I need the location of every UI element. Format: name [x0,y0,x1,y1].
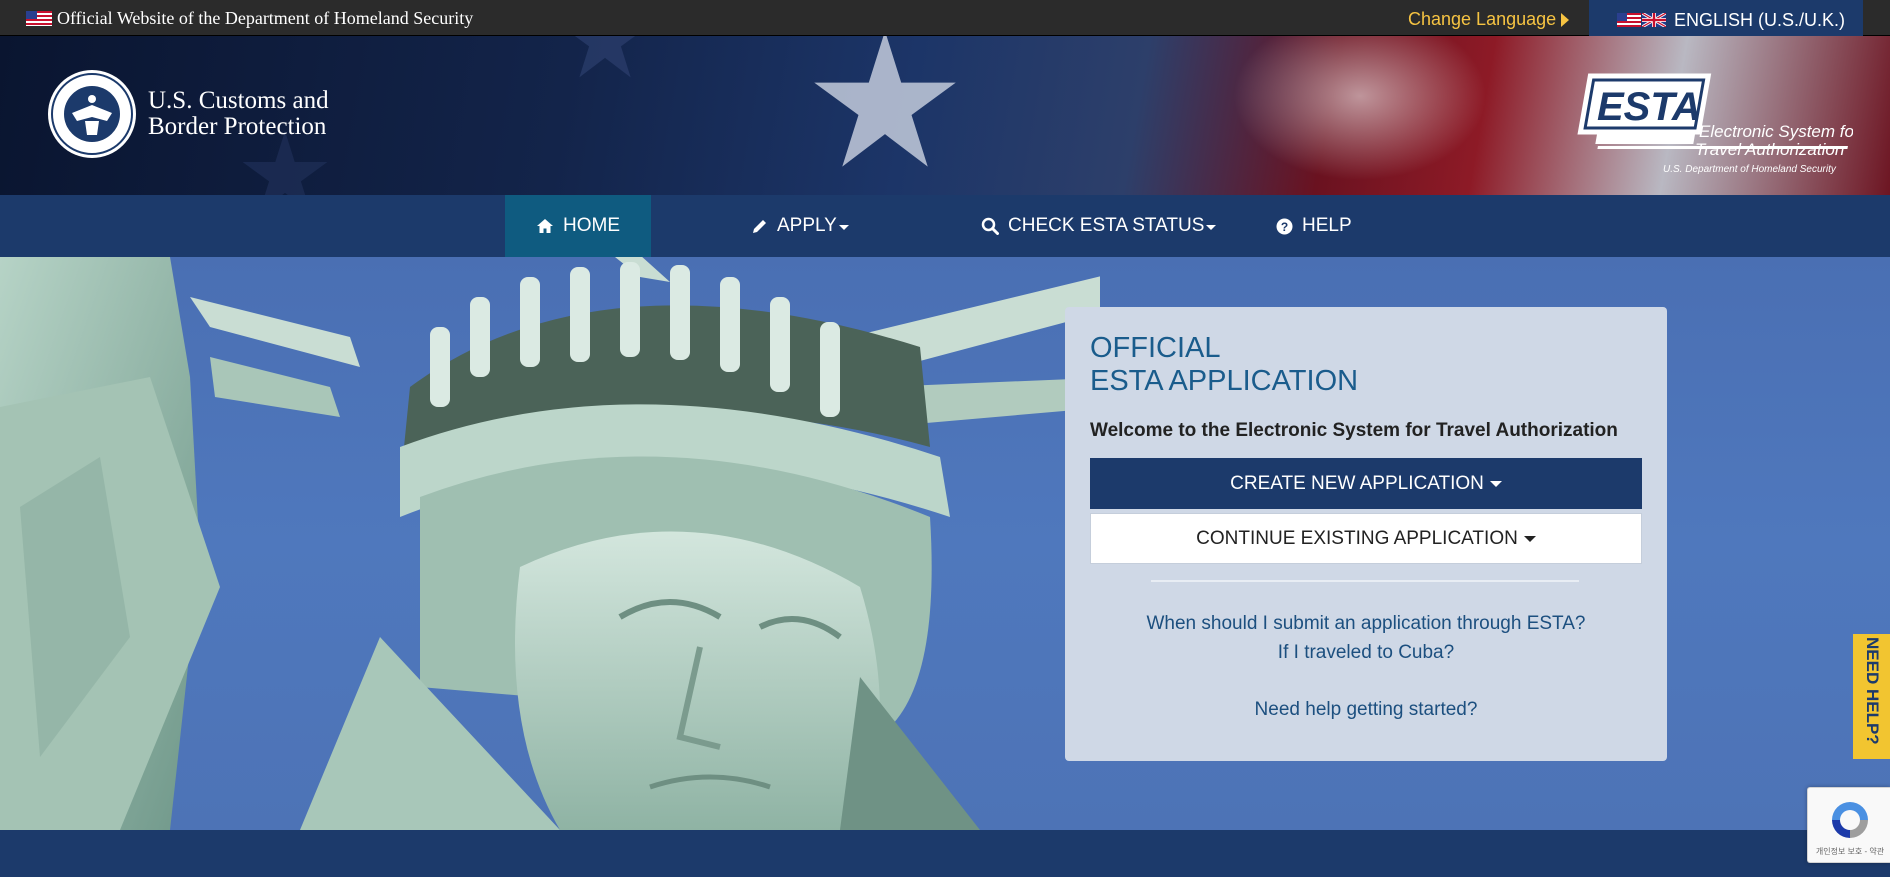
gov-banner-text: Official Website of the Department of Ho… [57,8,474,28]
cuba-travel-link[interactable]: If I traveled to Cuba? [1065,642,1667,664]
recaptcha-footer-text[interactable]: 개인정보 보호 - 약관 [1810,846,1890,857]
gov-banner: Official Website of the Department of Ho… [0,0,1890,36]
flag-star-decoration [574,36,636,78]
nav-home-label: HOME [563,215,620,236]
footer-band [0,830,1890,877]
esta-logo[interactable]: ESTA Electronic System for Travel Author… [1563,72,1853,195]
nav-apply[interactable]: APPLY [751,195,849,257]
esta-tagline-line1: Electronic System for [1699,122,1853,141]
caret-down-icon [1489,480,1502,487]
search-icon [981,217,999,235]
uk-flag-icon [1642,13,1666,27]
chevron-down-icon [838,225,849,230]
getting-started-link[interactable]: Need help getting started? [1065,699,1667,721]
nav-check-esta-status[interactable]: CHECK ESTA STATUS [981,195,1217,257]
application-panel: OFFICIAL ESTA APPLICATION Welcome to the… [1065,307,1667,761]
agency-title-line1: U.S. Customs and [148,87,329,114]
panel-title-line2: ESTA APPLICATION [1090,365,1359,397]
svg-text:?: ? [1281,220,1288,234]
caret-down-icon [1523,535,1536,542]
esta-subline: U.S. Department of Homeland Security [1663,164,1837,175]
agency-title-line2: Border Protection [148,113,327,140]
nav-home[interactable]: HOME [505,195,651,257]
site-header: U.S. Customs and Border Protection ESTA … [0,36,1890,195]
agency-title[interactable]: U.S. Customs and Border Protection [148,88,329,140]
home-icon [537,219,553,233]
when-to-submit-link[interactable]: When should I submit an application thro… [1065,613,1667,635]
nav-check-status-label: CHECK ESTA STATUS [1008,215,1205,236]
recaptcha-icon [1832,802,1868,838]
pencil-icon [753,219,766,233]
need-help-tab[interactable]: NEED HELP? [1853,634,1890,759]
create-button-label: CREATE NEW APPLICATION [1230,472,1484,494]
panel-title-line1: OFFICIAL [1090,332,1221,364]
current-language-label: ENGLISH (U.S./U.K.) [1674,10,1846,30]
us-flag-icon [1617,13,1641,27]
question-icon: ? [1276,218,1293,234]
continue-button-label: CONTINUE EXISTING APPLICATION [1196,527,1518,549]
nav-help-label: HELP [1302,215,1352,236]
flag-star-decoration [242,131,328,195]
chevron-down-icon [1206,225,1217,230]
panel-title: OFFICIAL ESTA APPLICATION [1090,332,1358,398]
dhs-seal-logo[interactable] [47,69,137,159]
us-flag-icon [26,11,52,26]
esta-logo-text: ESTA [1597,85,1701,129]
change-language-link[interactable]: Change Language [1408,9,1556,30]
flag-star-decoration [814,36,956,167]
create-new-application-button[interactable]: CREATE NEW APPLICATION [1090,458,1642,509]
statue-of-liberty-image [0,257,1100,830]
language-selector[interactable]: ENGLISH (U.S./U.K.) [1589,0,1863,36]
nav-apply-label: APPLY [777,215,837,236]
need-help-label: NEED HELP? [1863,637,1882,745]
main-nav: HOME APPLY CHECK ESTA STATUS ? HELP [0,195,1890,257]
esta-tagline-line2: Travel Authorization [1695,140,1844,159]
continue-existing-application-button[interactable]: CONTINUE EXISTING APPLICATION [1090,513,1642,564]
recaptcha-badge[interactable]: 개인정보 보호 - 약관 [1807,787,1890,863]
divider [1151,580,1579,582]
caret-right-icon [1561,13,1569,27]
nav-help[interactable]: ? HELP [1276,195,1352,257]
welcome-text: Welcome to the Electronic System for Tra… [1090,420,1618,441]
